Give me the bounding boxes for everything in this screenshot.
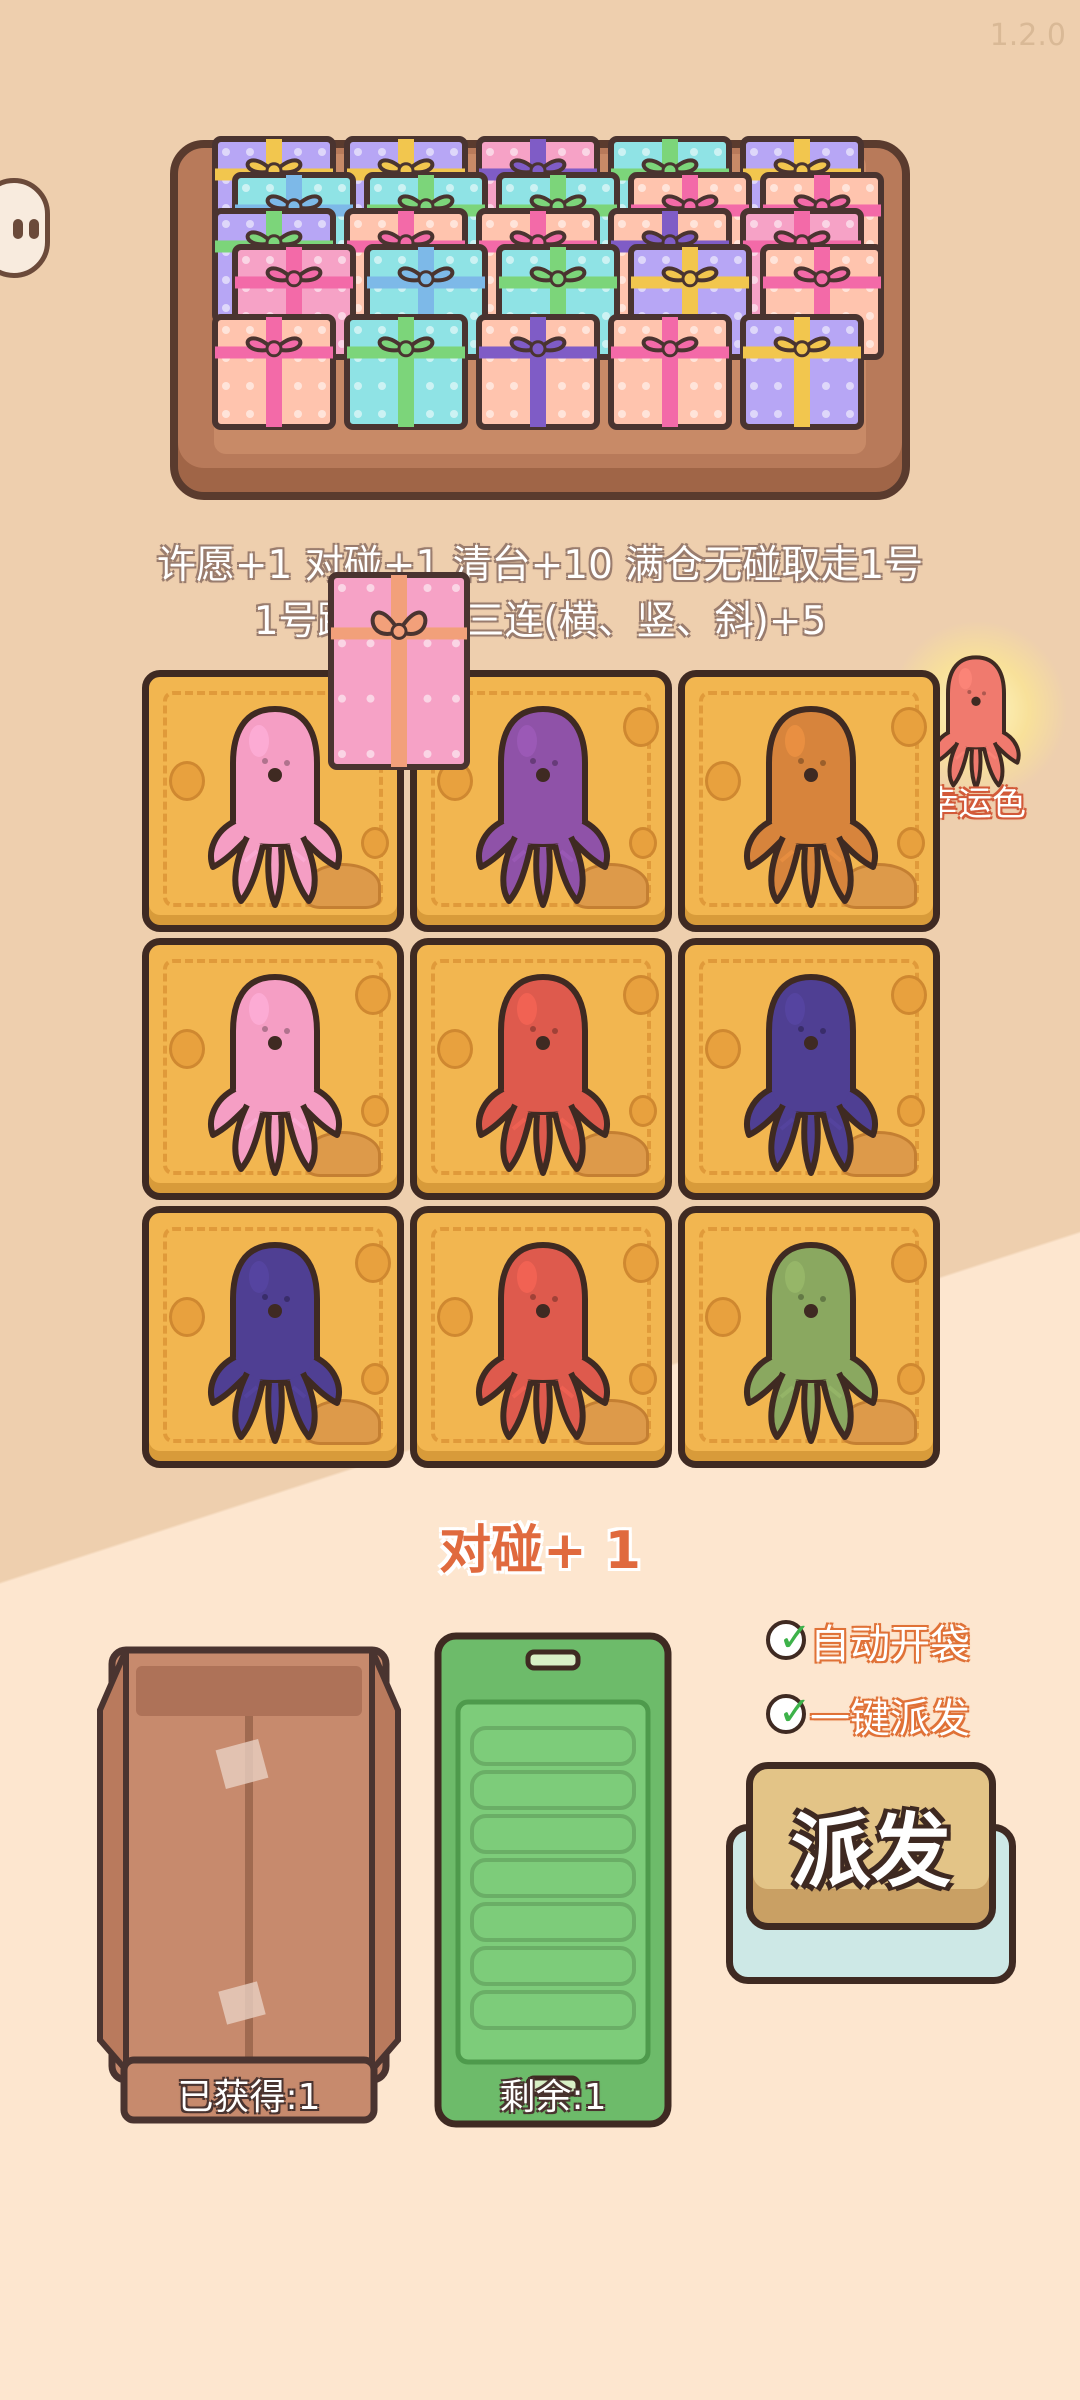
tile-dot — [629, 827, 657, 859]
tile-dot — [891, 707, 927, 747]
obtained-box[interactable]: 已获得:1 — [96, 1630, 402, 2130]
dispatch-button-label: 派发 — [791, 1805, 951, 1898]
tile-dot — [705, 761, 741, 801]
tile-dot — [623, 1243, 659, 1283]
tile-dot — [355, 975, 391, 1015]
octopus-icon — [476, 1241, 610, 1444]
one-key-dispatch-toggle[interactable]: ✓ 一键派发 — [766, 1686, 1026, 1742]
floating-gift-box-icon[interactable] — [328, 572, 470, 770]
octopus-icon — [744, 973, 878, 1176]
tile-dot — [629, 1095, 657, 1127]
grid-tile[interactable] — [142, 1206, 404, 1468]
grid-tile[interactable] — [410, 1206, 672, 1468]
tray-gift-box-icon — [344, 314, 468, 430]
tile-dot — [891, 975, 927, 1015]
pair-bonus-text: 对碰+ 1 — [439, 1521, 641, 1581]
octopus-icon — [208, 705, 342, 908]
version-label: 1.2.0 — [989, 18, 1066, 53]
green-crate-icon — [434, 1632, 672, 2128]
octopus-icon — [744, 705, 878, 908]
grid-tile[interactable] — [410, 938, 672, 1200]
dispatch-button-top[interactable]: 派发 — [746, 1762, 996, 1930]
octopus-icon — [476, 973, 610, 1176]
remaining-count-label: 剩余:1 — [499, 2077, 607, 2118]
octopus-icon — [208, 973, 342, 1176]
tile-dot — [361, 1095, 389, 1127]
tile-dot — [169, 1297, 205, 1337]
one-key-dispatch-label: 一键派发 — [810, 1696, 970, 1742]
gift-tray — [170, 136, 910, 500]
checkmark-icon: ✓ — [778, 1615, 812, 1661]
handle-eye-right — [29, 219, 39, 239]
tray-gift-box-icon — [212, 314, 336, 430]
auto-open-toggle[interactable]: ✓ 自动开袋 — [766, 1612, 1026, 1668]
rules-line-1: 许愿+1 对碰+1 清台+10 满仓无碰取走1号 — [156, 543, 924, 588]
one-key-dispatch-checkbox[interactable]: ✓ — [766, 1692, 812, 1734]
tile-dot — [169, 1029, 205, 1069]
tile-dot — [623, 707, 659, 747]
tile-dot — [705, 1297, 741, 1337]
grid-tile[interactable] — [678, 670, 940, 932]
tile-dot — [169, 761, 205, 801]
handle-eye-left — [13, 219, 23, 239]
obtained-count-label: 已获得:1 — [177, 2077, 321, 2118]
tile-dot — [897, 1095, 925, 1127]
tile-dot — [891, 1243, 927, 1283]
octopus-icon — [476, 705, 610, 908]
octopus-icon — [744, 1241, 878, 1444]
tile-dot — [361, 1363, 389, 1395]
checkmark-icon: ✓ — [778, 1689, 812, 1735]
cardboard-box-icon — [97, 1646, 401, 2124]
tile-dot — [705, 1029, 741, 1069]
auto-open-label: 自动开袋 — [810, 1622, 970, 1668]
tile-dot — [355, 1243, 391, 1283]
auto-open-checkbox[interactable]: ✓ — [766, 1618, 812, 1660]
tray-gift-box-icon — [608, 314, 732, 430]
tile-dot — [629, 1363, 657, 1395]
tile-dot — [361, 827, 389, 859]
grid-tile[interactable] — [142, 938, 404, 1200]
tile-dot — [437, 1297, 473, 1337]
dispatch-button[interactable]: 派发 — [726, 1762, 1016, 1984]
grid-tile[interactable] — [678, 1206, 940, 1468]
rules-text: 许愿+1 对碰+1 清台+10 满仓无碰取走1号 1号踩点+3 三连(横、竖、斜… — [0, 538, 1080, 650]
tile-dot — [623, 975, 659, 1015]
octopus-icon — [208, 1241, 342, 1444]
tile-dot — [897, 1363, 925, 1395]
grid-tile[interactable] — [678, 938, 940, 1200]
tray-gift-box-icon — [476, 314, 600, 430]
tile-dot — [897, 827, 925, 859]
side-menu-handle[interactable] — [0, 178, 50, 278]
remaining-box[interactable]: 剩余:1 — [432, 1632, 674, 2130]
tray-gift-box-icon — [740, 314, 864, 430]
tile-dot — [437, 1029, 473, 1069]
